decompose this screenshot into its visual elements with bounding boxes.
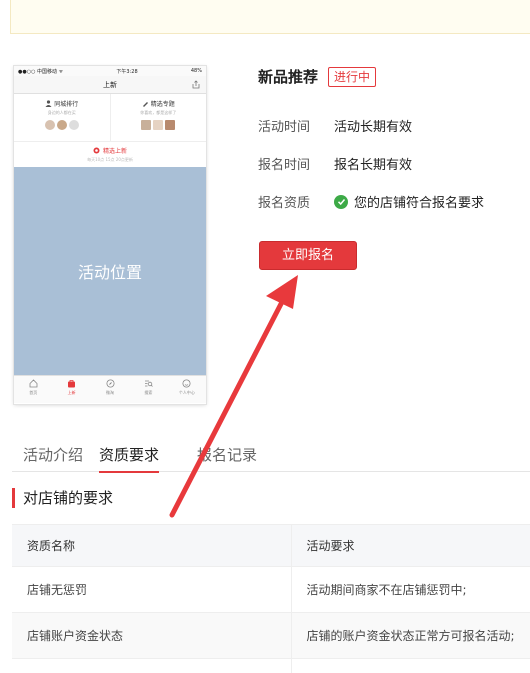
thumb-image <box>56 120 67 130</box>
phone-preview: ●●○○ 中国移动 ᯤ 下午3:28 48% 上新 同城排行 身边的人都在买 精… <box>14 66 206 404</box>
signup-button[interactable]: 立即报名 <box>259 241 357 270</box>
user-icon <box>45 100 52 107</box>
status-time: 下午3:28 <box>116 68 138 75</box>
featured-sub: 每天10点 15点 20点更新 <box>87 157 133 162</box>
table-header-requirement: 活动要求 <box>291 524 530 567</box>
smile-icon <box>182 379 191 388</box>
bag-icon <box>68 380 76 388</box>
info-label: 报名时间 <box>258 158 311 173</box>
thumb-image <box>141 120 152 130</box>
phone-tab-new: 上新 <box>52 376 90 403</box>
status-carrier: ●●○○ 中国移动 ᯤ <box>18 68 64 75</box>
status-badge: 进行中 <box>328 66 377 87</box>
phone-tab-label: 首页 <box>29 390 38 395</box>
table-row <box>12 658 530 673</box>
table-row: 店铺账户资金状态 店铺的账户资金状态正常方可报名活动; <box>12 612 530 659</box>
section-title: 对店铺的要求 <box>12 488 113 508</box>
info-label: 活动时间 <box>258 120 311 135</box>
phone-tab-label: 微淘 <box>106 390 115 395</box>
info-row-qualification: 报名资质 您的店铺符合报名要求 <box>258 192 484 211</box>
thumb-image <box>153 120 164 130</box>
featured-title: 精选上新 <box>102 148 127 155</box>
table-cell: 店铺账户资金状态 <box>12 612 292 659</box>
info-value: 活动长期有效 <box>334 120 413 135</box>
card-left-title: 同城排行 <box>54 101 79 108</box>
tab-bar: 活动介绍 资质要求 报名记录 <box>12 440 530 473</box>
card-left-sub: 身边的人都在买 <box>47 110 76 115</box>
phone-nav-title: 上新 <box>103 81 117 89</box>
info-row-signup-time: 报名时间 报名长期有效 <box>258 154 412 173</box>
table-cell: 店铺的账户资金状态正常方可报名活动; <box>291 612 530 659</box>
notice-bar <box>10 0 530 34</box>
table-cell: 店铺无惩罚 <box>12 566 292 613</box>
phone-tab-profile: 个人中心 <box>168 376 206 403</box>
card-right-title: 精选专题 <box>150 101 175 108</box>
table-cell: 活动期间商家不在店铺惩罚中; <box>291 566 530 613</box>
phone-tab-home: 首页 <box>14 376 52 403</box>
share-icon <box>192 80 200 89</box>
card-right-sub: 你喜欢，都是这样了 <box>140 110 177 115</box>
info-value: 报名长期有效 <box>334 158 413 173</box>
card-featured-topics: 精选专题 你喜欢，都是这样了 <box>109 94 207 141</box>
table-cell <box>291 658 530 673</box>
search-icon <box>144 380 153 387</box>
activity-placeholder: 活动位置 <box>14 167 206 375</box>
phone-featured-header: 精选上新 每天10点 15点 20点更新 <box>14 142 206 167</box>
edit-icon <box>142 102 148 107</box>
requirements-table: 资质名称 活动要求 店铺无惩罚 活动期间商家不在店铺惩罚中; 店铺账户资金状态 … <box>12 524 530 673</box>
table-cell <box>12 658 292 673</box>
phone-cards: 同城排行 身边的人都在买 精选专题 你喜欢，都是这样了 <box>14 94 206 142</box>
qualification-text: 您的店铺符合报名要求 <box>354 196 485 211</box>
card-city-ranking: 同城排行 身边的人都在买 <box>14 94 110 141</box>
table-row: 店铺无惩罚 活动期间商家不在店铺惩罚中; <box>12 566 530 613</box>
thumb-image <box>165 120 176 130</box>
phone-tab-label: 个人中心 <box>178 390 195 395</box>
flame-icon <box>93 147 100 154</box>
phone-tab-weitao: 微淘 <box>91 376 129 403</box>
thumb-image <box>44 120 55 130</box>
thumb-image <box>68 120 79 130</box>
table-header-row: 资质名称 活动要求 <box>12 524 530 567</box>
phone-tab-label: 搜索 <box>144 390 153 395</box>
product-title: 新品推荐 <box>258 68 319 86</box>
phone-status-bar: ●●○○ 中国移动 ᯤ 下午3:28 48% <box>14 66 206 76</box>
info-row-activity-time: 活动时间 活动长期有效 <box>258 116 412 135</box>
activity-placeholder-label: 活动位置 <box>77 263 142 282</box>
status-battery: 48% <box>190 68 202 74</box>
info-value: 您的店铺符合报名要求 <box>334 192 484 211</box>
phone-tab-bar: 首页 上新 微淘 搜索 个人中心 <box>14 375 206 403</box>
page: ●●○○ 中国移动 ᯤ 下午3:28 48% 上新 同城排行 身边的人都在买 精… <box>0 0 530 673</box>
tab-activity-intro[interactable]: 活动介绍 <box>23 444 83 471</box>
check-icon <box>334 194 348 209</box>
phone-nav-bar: 上新 <box>14 76 206 94</box>
tab-signup-records[interactable]: 报名记录 <box>197 444 257 471</box>
table-header-name: 资质名称 <box>12 524 292 567</box>
product-title-row: 新品推荐 进行中 <box>258 66 377 87</box>
compass-icon <box>106 379 115 388</box>
phone-tab-label: 上新 <box>67 390 76 395</box>
home-icon <box>29 379 38 388</box>
info-label: 报名资质 <box>258 196 311 211</box>
tab-qualification[interactable]: 资质要求 <box>99 444 160 473</box>
phone-tab-search: 搜索 <box>129 376 167 403</box>
